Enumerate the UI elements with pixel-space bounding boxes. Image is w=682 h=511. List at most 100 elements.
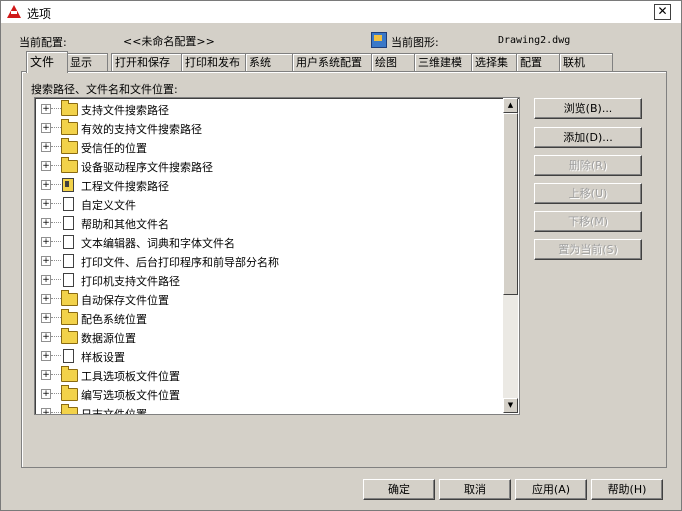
- tree-item[interactable]: + 有效的支持文件搜索路径: [35, 119, 505, 137]
- set-current-button[interactable]: 置为当前(S): [534, 239, 642, 260]
- tab-drafting[interactable]: 绘图: [371, 53, 417, 71]
- tab-display[interactable]: 显示: [66, 53, 108, 71]
- document-icon: [63, 349, 74, 363]
- tree-item[interactable]: + 帮助和其他文件名: [35, 214, 505, 232]
- scroll-down-button[interactable]: ▼: [503, 398, 518, 413]
- autocad-logo-icon: [7, 5, 21, 18]
- current-drawing-label: 当前图形:: [391, 36, 439, 49]
- close-button[interactable]: ✕: [654, 4, 671, 20]
- tree-item[interactable]: + 受信任的位置: [35, 138, 505, 156]
- tree-item-label: 工具选项板文件位置: [81, 370, 180, 383]
- tree-item-label: 文本编辑器、词典和字体文件名: [81, 237, 235, 250]
- expand-icon[interactable]: +: [41, 123, 51, 133]
- tree-item[interactable]: + 数据源位置: [35, 328, 505, 346]
- tab-online[interactable]: 联机: [559, 53, 613, 71]
- tree-item[interactable]: + 支持文件搜索路径: [35, 100, 505, 118]
- tree-item-label: 自定义文件: [81, 199, 136, 212]
- tab-3d-modeling[interactable]: 三维建模: [414, 53, 474, 71]
- folder-icon: [61, 385, 78, 401]
- document-icon: [63, 254, 74, 268]
- tree-item-label: 自动保存文件位置: [81, 294, 169, 307]
- browse-button[interactable]: 浏览(B)...: [534, 98, 642, 119]
- folder-icon: [61, 366, 78, 382]
- tree-item-label: 有效的支持文件搜索路径: [81, 123, 202, 136]
- tab-user-preferences[interactable]: 用户系统配置: [292, 53, 374, 71]
- expand-icon[interactable]: +: [41, 180, 51, 190]
- tree-item-label: 配色系统位置: [81, 313, 147, 326]
- tree-item-label: 工程文件搜索路径: [81, 180, 169, 193]
- tab-files[interactable]: 文件: [26, 51, 68, 73]
- tree-item[interactable]: + 文本编辑器、词典和字体文件名: [35, 233, 505, 251]
- tab-system[interactable]: 系统: [245, 53, 293, 71]
- tree-item-label: 样板设置: [81, 351, 125, 364]
- cancel-button[interactable]: 取消: [439, 479, 511, 500]
- document-icon: [63, 216, 74, 230]
- drawing-file-icon: [371, 32, 387, 48]
- move-up-button[interactable]: 上移(U): [534, 183, 642, 204]
- tree-item[interactable]: + 打印文件、后台打印程序和前导部分名称: [35, 252, 505, 270]
- apply-button[interactable]: 应用(A): [515, 479, 587, 500]
- tree-item[interactable]: + 日志文件位置: [35, 404, 505, 414]
- expand-icon[interactable]: +: [41, 275, 51, 285]
- expand-icon[interactable]: +: [41, 351, 51, 361]
- document-icon: [63, 273, 74, 287]
- tree-item-label: 帮助和其他文件名: [81, 218, 169, 231]
- current-profile-value: <<未命名配置>>: [123, 35, 215, 48]
- tree-item[interactable]: + 配色系统位置: [35, 309, 505, 327]
- scroll-thumb[interactable]: [503, 113, 518, 295]
- tab-selection[interactable]: 选择集: [471, 53, 519, 71]
- tab-profiles[interactable]: 配置: [516, 53, 562, 71]
- tree-item[interactable]: + 打印机支持文件路径: [35, 271, 505, 289]
- tree-item[interactable]: + 自定义文件: [35, 195, 505, 213]
- folder-icon: [61, 138, 78, 154]
- expand-icon[interactable]: +: [41, 199, 51, 209]
- tree-item[interactable]: + 工具选项板文件位置: [35, 366, 505, 384]
- expand-icon[interactable]: +: [41, 104, 51, 114]
- document-icon: [63, 235, 74, 249]
- ok-button[interactable]: 确定: [363, 479, 435, 500]
- expand-icon[interactable]: +: [41, 370, 51, 380]
- expand-icon[interactable]: +: [41, 237, 51, 247]
- tree-item[interactable]: + 工程文件搜索路径: [35, 176, 505, 194]
- folder-icon: [61, 290, 78, 306]
- expand-icon[interactable]: +: [41, 142, 51, 152]
- tree-item-label: 设备驱动程序文件搜索路径: [81, 161, 213, 174]
- expand-icon[interactable]: +: [41, 389, 51, 399]
- folder-icon: [61, 404, 78, 414]
- folder-icon: [61, 119, 78, 135]
- tree-item-label: 打印文件、后台打印程序和前导部分名称: [81, 256, 279, 269]
- tree-item[interactable]: + 设备驱动程序文件搜索路径: [35, 157, 505, 175]
- title-bar: 选项 ✕: [1, 1, 681, 24]
- remove-button[interactable]: 删除(R): [534, 155, 642, 176]
- tree-item-label: 支持文件搜索路径: [81, 104, 169, 117]
- tree-item-label: 数据源位置: [81, 332, 136, 345]
- expand-icon[interactable]: +: [41, 313, 51, 323]
- project-icon: [62, 178, 74, 192]
- scroll-up-button[interactable]: ▲: [503, 98, 518, 113]
- add-button[interactable]: 添加(D)...: [534, 127, 642, 148]
- help-button[interactable]: 帮助(H): [591, 479, 663, 500]
- tree-item-label: 打印机支持文件路径: [81, 275, 180, 288]
- document-icon: [63, 197, 74, 211]
- search-paths-heading: 搜索路径、文件名和文件位置:: [31, 83, 178, 96]
- expand-icon[interactable]: +: [41, 294, 51, 304]
- tree-item-label: 编写选项板文件位置: [81, 389, 180, 402]
- expand-icon[interactable]: +: [41, 218, 51, 228]
- tab-plot-publish[interactable]: 打印和发布: [181, 53, 249, 71]
- expand-icon[interactable]: +: [41, 332, 51, 342]
- folder-icon: [61, 309, 78, 325]
- tree-item[interactable]: + 编写选项板文件位置: [35, 385, 505, 403]
- tree-vertical-scrollbar[interactable]: ▲ ▼: [503, 98, 518, 413]
- folder-icon: [61, 100, 78, 116]
- file-paths-tree[interactable]: + 支持文件搜索路径 + 有效的支持文件搜索路径 + 受信任的位置 + 设备驱动程序文件…: [34, 97, 520, 415]
- expand-icon[interactable]: +: [41, 408, 51, 414]
- current-profile-label: 当前配置:: [19, 36, 67, 49]
- expand-icon[interactable]: +: [41, 256, 51, 266]
- move-down-button[interactable]: 下移(M): [534, 211, 642, 232]
- tab-open-save[interactable]: 打开和保存: [111, 53, 184, 71]
- tree-item[interactable]: + 自动保存文件位置: [35, 290, 505, 308]
- tree-item[interactable]: + 样板设置: [35, 347, 505, 365]
- tree-item-label: 受信任的位置: [81, 142, 147, 155]
- window-title: 选项: [27, 7, 52, 21]
- expand-icon[interactable]: +: [41, 161, 51, 171]
